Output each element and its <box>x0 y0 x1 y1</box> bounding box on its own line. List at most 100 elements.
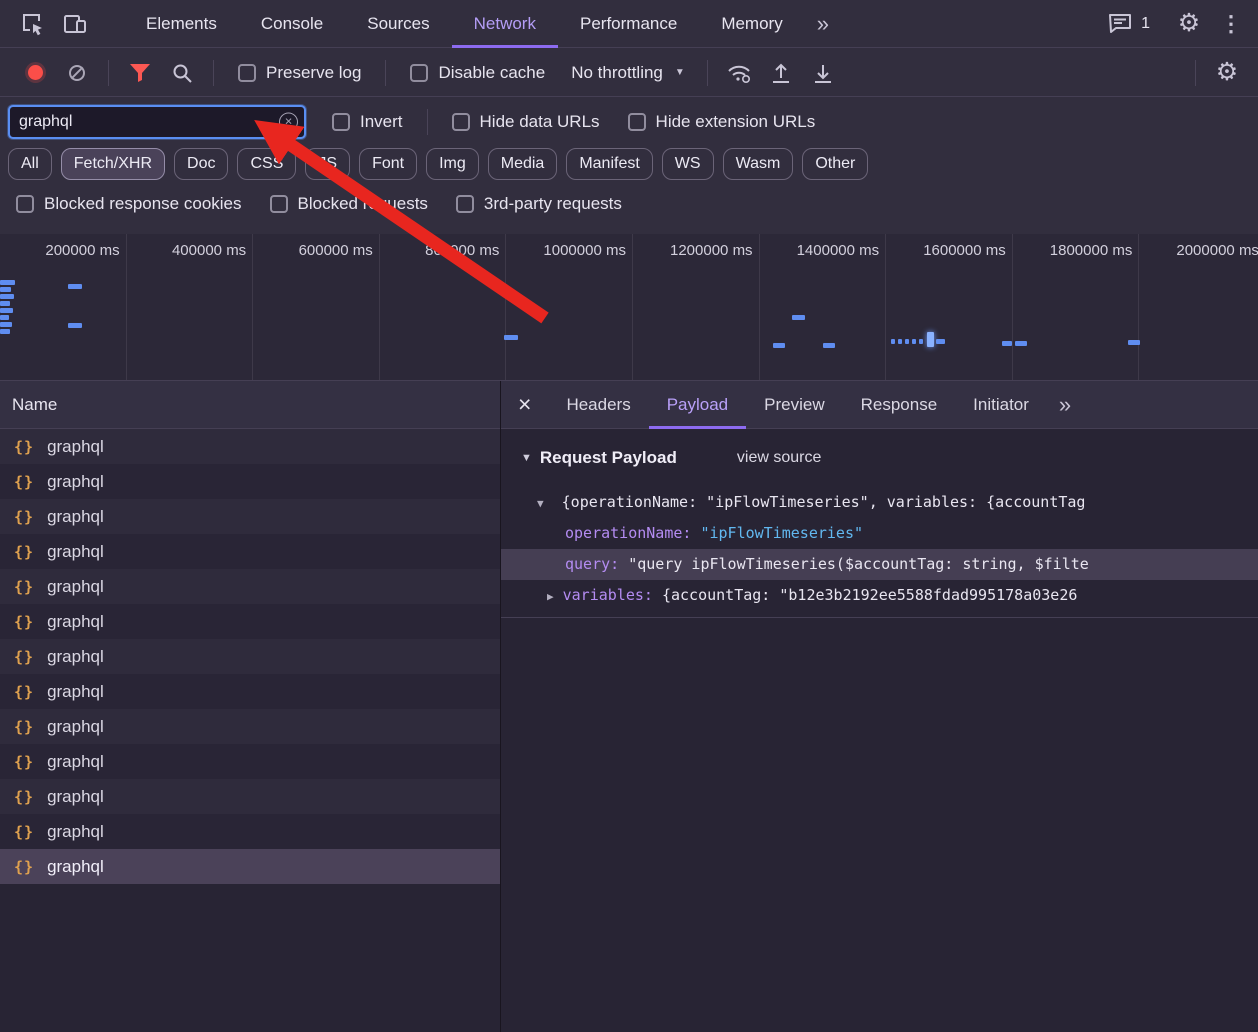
json-braces-icon: {} <box>14 438 34 456</box>
request-timeline-bar[interactable] <box>0 294 14 299</box>
request-timeline-bar[interactable] <box>504 335 518 340</box>
request-row[interactable]: {}graphql <box>0 464 500 499</box>
detail-tab-response[interactable]: Response <box>843 381 956 429</box>
payload-item-operationname[interactable]: operationName: "ipFlowTimeseries" <box>501 518 1258 549</box>
search-button[interactable] <box>161 52 203 94</box>
request-timeline-bar[interactable] <box>905 339 909 344</box>
type-filter-doc[interactable]: Doc <box>174 148 228 180</box>
close-detail-icon[interactable]: × <box>501 391 548 418</box>
request-timeline-bar[interactable] <box>0 287 11 292</box>
request-timeline-bar[interactable] <box>927 332 934 347</box>
device-toolbar-icon[interactable] <box>54 3 96 45</box>
hide-extension-urls-checkbox[interactable]: Hide extension URLs <box>628 112 816 132</box>
network-conditions-button[interactable] <box>718 52 760 94</box>
checkbox-box <box>16 195 34 213</box>
request-row[interactable]: {}graphql <box>0 639 500 674</box>
tab-performance[interactable]: Performance <box>558 0 699 48</box>
settings-gear-icon[interactable]: ⚙ <box>1168 3 1210 45</box>
request-timeline-bar[interactable] <box>1128 340 1140 345</box>
request-timeline-bar[interactable] <box>919 339 923 344</box>
view-source-link[interactable]: view source <box>737 449 821 467</box>
type-filter-fetch-xhr[interactable]: Fetch/XHR <box>61 148 165 180</box>
request-timeline-bar[interactable] <box>823 343 835 348</box>
type-filter-img[interactable]: Img <box>426 148 479 180</box>
type-filter-wasm[interactable]: Wasm <box>723 148 794 180</box>
payload-root-line[interactable]: ▼ {operationName: "ipFlowTimeseries", va… <box>501 487 1258 518</box>
type-filter-all[interactable]: All <box>8 148 52 180</box>
request-timeline-bar[interactable] <box>68 284 82 289</box>
more-detail-tabs-icon[interactable]: » <box>1047 392 1083 418</box>
request-timeline-bar[interactable] <box>1002 341 1012 346</box>
preserve-log-checkbox[interactable]: Preserve log <box>238 63 361 83</box>
network-settings-gear-icon[interactable]: ⚙ <box>1206 52 1248 94</box>
tab-memory[interactable]: Memory <box>699 0 804 48</box>
request-timeline-bar[interactable] <box>912 339 916 344</box>
type-filter-ws[interactable]: WS <box>662 148 714 180</box>
request-timeline-bar[interactable] <box>0 301 10 306</box>
request-timeline-bar[interactable] <box>0 322 12 327</box>
request-row[interactable]: {}graphql <box>0 744 500 779</box>
request-row[interactable]: {}graphql <box>0 849 500 884</box>
detail-tab-headers[interactable]: Headers <box>548 381 648 429</box>
request-timeline-bar[interactable] <box>792 315 805 320</box>
request-row[interactable]: {}graphql <box>0 674 500 709</box>
request-row[interactable]: {}graphql <box>0 814 500 849</box>
hide-extension-urls-label: Hide extension URLs <box>656 112 816 132</box>
request-row[interactable]: {}graphql <box>0 534 500 569</box>
payload-item-query[interactable]: query: "query ipFlowTimeseries($accountT… <box>501 549 1258 580</box>
checkbox-3rd-party-requests[interactable]: 3rd-party requests <box>456 194 622 214</box>
menu-dots-icon[interactable]: ⋮ <box>1210 3 1252 45</box>
more-panels-icon[interactable]: » <box>805 11 841 37</box>
collapsed-triangle-icon[interactable]: ▶ <box>547 590 554 603</box>
inspect-element-icon[interactable] <box>12 3 54 45</box>
tab-sources[interactable]: Sources <box>345 0 451 48</box>
request-timeline-bar[interactable] <box>0 308 13 313</box>
request-timeline-bar[interactable] <box>898 339 902 344</box>
type-filter-js[interactable]: JS <box>305 148 350 180</box>
request-timeline-bar[interactable] <box>68 323 82 328</box>
request-timeline-bar[interactable] <box>0 329 10 334</box>
collapse-triangle-icon[interactable]: ▼ <box>521 452 532 464</box>
request-timeline-bar[interactable] <box>773 343 785 348</box>
detail-tab-initiator[interactable]: Initiator <box>955 381 1047 429</box>
clear-filter-icon[interactable]: × <box>279 112 298 131</box>
payload-item-variables[interactable]: ▶variables: {accountTag: "b12e3b2192ee55… <box>501 580 1258 611</box>
detail-tab-preview[interactable]: Preview <box>746 381 842 429</box>
invert-checkbox[interactable]: Invert <box>332 112 403 132</box>
tab-elements[interactable]: Elements <box>124 0 239 48</box>
type-filter-other[interactable]: Other <box>802 148 868 180</box>
checkbox-blocked-response-cookies[interactable]: Blocked response cookies <box>16 194 242 214</box>
overview-timeline[interactable]: 200000 ms400000 ms600000 ms800000 ms1000… <box>0 234 1258 381</box>
name-column-header[interactable]: Name <box>0 381 500 429</box>
request-row[interactable]: {}graphql <box>0 779 500 814</box>
import-har-button[interactable] <box>760 52 802 94</box>
checkbox-blocked-requests[interactable]: Blocked requests <box>270 194 428 214</box>
request-timeline-bar[interactable] <box>936 339 945 344</box>
issues-counter[interactable]: 1 <box>1107 12 1150 36</box>
type-filter-media[interactable]: Media <box>488 148 558 180</box>
request-timeline-bar[interactable] <box>891 339 895 344</box>
disable-cache-checkbox[interactable]: Disable cache <box>410 63 545 83</box>
request-timeline-bar[interactable] <box>0 315 9 320</box>
filter-toggle-button[interactable] <box>119 52 161 94</box>
tab-console[interactable]: Console <box>239 0 345 48</box>
request-timeline-bar[interactable] <box>0 280 15 285</box>
request-timeline-bar[interactable] <box>1015 341 1027 346</box>
request-row[interactable]: {}graphql <box>0 429 500 464</box>
detail-tab-payload[interactable]: Payload <box>649 381 746 429</box>
hide-data-urls-checkbox[interactable]: Hide data URLs <box>452 112 600 132</box>
network-filter-input[interactable] <box>8 105 306 139</box>
expanded-triangle-icon[interactable]: ▼ <box>537 497 544 510</box>
type-filter-font[interactable]: Font <box>359 148 417 180</box>
throttling-select[interactable]: No throttling ▼ <box>571 63 685 83</box>
request-row[interactable]: {}graphql <box>0 709 500 744</box>
type-filter-css[interactable]: CSS <box>237 148 296 180</box>
type-filter-manifest[interactable]: Manifest <box>566 148 652 180</box>
request-row[interactable]: {}graphql <box>0 569 500 604</box>
tab-network[interactable]: Network <box>452 0 558 48</box>
request-row[interactable]: {}graphql <box>0 604 500 639</box>
export-har-button[interactable] <box>802 52 844 94</box>
clear-network-log-button[interactable] <box>56 52 98 94</box>
record-network-log-button[interactable] <box>14 52 56 94</box>
request-row[interactable]: {}graphql <box>0 499 500 534</box>
